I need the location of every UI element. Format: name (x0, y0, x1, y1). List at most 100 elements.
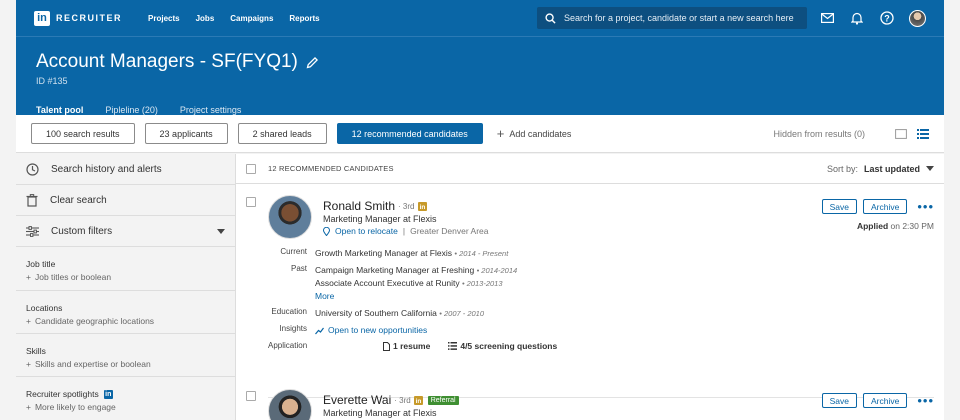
project-title: Account Managers - SF(FYQ1) (36, 51, 298, 72)
document-icon (383, 341, 390, 351)
open-to-relocate: Open to relocate (335, 226, 398, 236)
archive-button[interactable]: Archive (863, 393, 908, 408)
skills-label: Skills (26, 346, 46, 356)
plus-icon: + (26, 272, 31, 282)
insights-value: Open to new opportunities (315, 324, 427, 337)
mail-icon[interactable] (819, 10, 835, 26)
locations-add[interactable]: + Candidate geographic locations (26, 316, 225, 326)
candidate-checkbox[interactable] (246, 391, 256, 401)
nav-projects[interactable]: Projects (148, 14, 180, 23)
candidate-headline: Marketing Manager at Flexis (323, 214, 437, 224)
resume-link[interactable]: 1 resume (383, 341, 430, 351)
current-row: Current Growth Marketing Manager at Flex… (268, 247, 557, 260)
applicants-button[interactable]: 23 applicants (144, 123, 228, 144)
job-title-label: Job title (26, 259, 56, 269)
education-dates: • 2007 - 2010 (439, 309, 485, 318)
insights-label: Insights (279, 324, 307, 333)
skills-add[interactable]: + Skills and expertise or boolean (26, 359, 225, 369)
list-view-icon[interactable] (917, 128, 929, 139)
search-history-row[interactable]: Search history and alerts (16, 154, 235, 185)
select-all-checkbox[interactable] (246, 163, 256, 174)
list-header: 12 RECOMMENDED CANDIDATES Sort by: Last … (236, 154, 944, 184)
candidate-photo[interactable] (268, 195, 312, 239)
svg-text:?: ? (884, 13, 890, 23)
past-dates-2: • 2013-2013 (461, 279, 503, 288)
candidate-checkbox[interactable] (246, 197, 256, 207)
filter-job-title: Job title + Job titles or boolean (16, 247, 235, 290)
sort-dropdown[interactable]: Sort by: Last updated (827, 164, 934, 174)
hidden-from-results-link[interactable]: Hidden from results (0) (773, 129, 865, 139)
linkedin-recruiter-logo[interactable]: in RECRUITER (34, 10, 123, 26)
linkedin-in-icon: in (417, 201, 427, 211)
job-title-add[interactable]: + Job titles or boolean (26, 272, 225, 282)
clear-search-row[interactable]: Clear search (16, 185, 235, 216)
user-avatar[interactable] (909, 9, 926, 27)
nav-jobs[interactable]: Jobs (196, 14, 215, 23)
trash-icon (26, 193, 38, 207)
locations-label: Locations (26, 303, 63, 313)
applied-status: Applied on 2:30 PM (857, 221, 934, 231)
logo-text: RECRUITER (56, 13, 123, 23)
shared-leads-button[interactable]: 2 shared leads (237, 123, 327, 144)
candidate-details: Current Growth Marketing Manager at Flex… (268, 247, 557, 355)
candidate-name[interactable]: Ronald Smith (323, 199, 395, 213)
education-row: Education University of Southern Califor… (268, 307, 557, 320)
connection-degree: · 3rd (394, 395, 411, 405)
svg-text:in: in (419, 204, 425, 211)
education-school: University of Southern California (315, 308, 437, 318)
recommended-candidates-button[interactable]: 12 recommended candidates (336, 123, 483, 144)
global-search[interactable] (537, 7, 807, 29)
education-value: University of Southern California • 2007… (315, 307, 484, 320)
more-link[interactable]: More (315, 291, 334, 301)
candidate-name-row: Ronald Smith · 3rd in (323, 199, 427, 213)
clear-search-label: Clear search (50, 194, 107, 206)
candidate-actions: Save Archive ••• (821, 199, 934, 214)
search-history-label: Search history and alerts (51, 163, 162, 175)
screening-link[interactable]: 4/5 screening questions (448, 341, 557, 351)
nav-reports[interactable]: Reports (289, 14, 319, 23)
search-input[interactable] (564, 13, 794, 23)
card-view-icon[interactable] (895, 128, 907, 139)
candidate-name-row: Everette Wai · 3rd in Referral (323, 393, 459, 407)
custom-filters-row[interactable]: Custom filters (16, 216, 235, 247)
candidate-headline: Marketing Manager at Flexis (323, 408, 437, 418)
job-title-add-label: Job titles or boolean (34, 272, 112, 282)
current-value: Growth Marketing Manager at Flexis • 201… (315, 247, 508, 260)
connection-degree: · 3rd (398, 201, 415, 211)
current-label: Current (280, 247, 307, 256)
candidate-name[interactable]: Everette Wai (323, 393, 391, 407)
project-id: ID #135 (36, 76, 68, 86)
past-row: Past Campaign Marketing Manager at Fresh… (268, 264, 557, 303)
save-button[interactable]: Save (821, 393, 857, 408)
application-row: Application 1 resume 4/5 screening quest… (268, 341, 557, 351)
plus-icon: + (496, 126, 505, 141)
separator: | (402, 226, 406, 236)
add-candidates-button[interactable]: + Add candidates (497, 126, 572, 141)
nav-campaigns[interactable]: Campaigns (230, 14, 273, 23)
save-button[interactable]: Save (821, 199, 857, 214)
insights-row: Insights Open to new opportunities (268, 324, 557, 337)
past-position-1: Campaign Marketing Manager at Freshing (315, 265, 475, 275)
more-options-icon[interactable]: ••• (917, 394, 934, 407)
archive-button[interactable]: Archive (863, 199, 908, 214)
caret-down-icon (217, 228, 225, 234)
candidate-card[interactable]: Ronald Smith · 3rd in Marketing Manager … (236, 185, 944, 399)
edit-pencil-icon[interactable] (306, 56, 319, 69)
insight-text[interactable]: Open to new opportunities (328, 324, 427, 337)
candidate-photo[interactable] (268, 389, 312, 420)
candidate-count: 12 RECOMMENDED CANDIDATES (268, 164, 394, 173)
application-items: 1 resume 4/5 screening questions (383, 341, 557, 351)
linkedin-in-icon: in (413, 395, 423, 405)
list-icon (448, 342, 458, 350)
project-title-row: Account Managers - SF(FYQ1) (36, 51, 924, 73)
spotlights-add[interactable]: + More likely to engage (26, 402, 225, 412)
search-results-button[interactable]: 100 search results (31, 123, 135, 144)
help-icon[interactable]: ? (879, 10, 895, 26)
screening-label: 4/5 screening questions (460, 341, 558, 351)
current-position: Growth Marketing Manager at Flexis (315, 248, 452, 258)
bell-icon[interactable] (849, 10, 865, 26)
more-options-icon[interactable]: ••• (917, 200, 934, 213)
candidate-card[interactable]: Everette Wai · 3rd in Referral Marketing… (236, 379, 944, 420)
results-filter-bar: 100 search results 23 applicants 2 share… (16, 115, 944, 153)
plus-icon: + (26, 402, 31, 412)
